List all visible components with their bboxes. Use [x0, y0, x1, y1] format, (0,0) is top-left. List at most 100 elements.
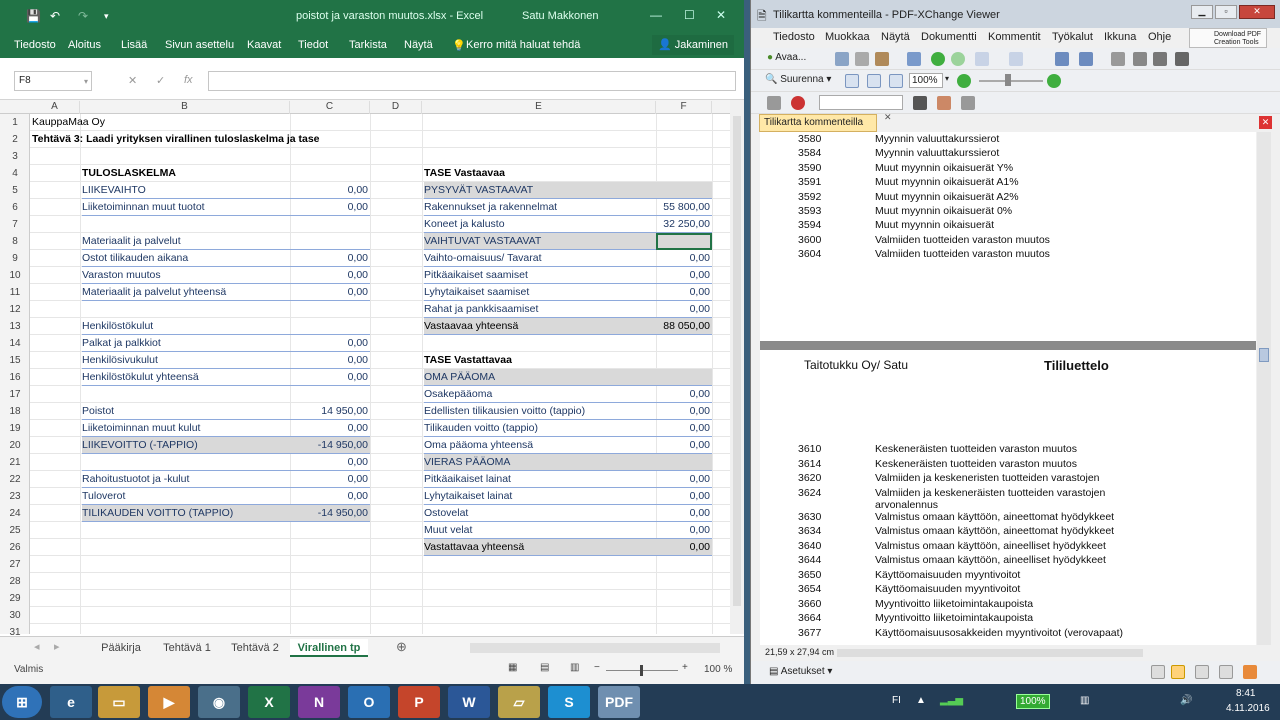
income-value[interactable]: 0,00: [290, 267, 370, 284]
pdf-zoom-out-icon[interactable]: [957, 74, 971, 88]
page-layout-icon[interactable]: ▤: [540, 662, 549, 673]
assets-value[interactable]: 0,00: [656, 267, 712, 284]
download-pdf-tools-button[interactable]: Download PDF Creation Tools: [1189, 28, 1267, 48]
income-value[interactable]: [290, 301, 370, 318]
tab-tiedot[interactable]: Tiedot: [298, 39, 328, 51]
skype-icon[interactable]: S: [548, 686, 590, 718]
single-page-icon[interactable]: [1151, 665, 1165, 679]
forward-icon[interactable]: [951, 52, 965, 66]
income-value[interactable]: 14 950,00: [290, 403, 370, 420]
sheet-tab-tehtava-1[interactable]: Tehtävä 1: [154, 639, 220, 657]
back-icon[interactable]: [931, 52, 945, 66]
income-value[interactable]: 0,00: [290, 352, 370, 369]
sheet-tab-virallinen-tp[interactable]: Virallinen tp: [290, 639, 368, 657]
enter-icon[interactable]: ✓: [156, 74, 165, 87]
liabilities-value[interactable]: 0,00: [656, 522, 712, 539]
onenote-icon[interactable]: N: [298, 686, 340, 718]
zoom-slider-thumb[interactable]: [640, 665, 643, 676]
menu-tiedosto[interactable]: Tiedosto: [773, 31, 815, 43]
close-icon[interactable]: ✕: [716, 8, 726, 22]
assets-value[interactable]: 32 250,00: [656, 216, 712, 233]
assets-value[interactable]: [656, 182, 712, 199]
pdf-undo-icon[interactable]: [975, 52, 989, 66]
network-icon[interactable]: ▥: [1080, 695, 1089, 706]
pdf-maximize-icon[interactable]: ▫: [1215, 5, 1237, 19]
tab-kaavat[interactable]: Kaavat: [247, 39, 281, 51]
column-header-f[interactable]: F: [656, 101, 712, 114]
tab-sivun-asettelu[interactable]: Sivun asettelu: [165, 39, 234, 51]
page-break-icon[interactable]: ▥: [570, 662, 579, 673]
sheet-tab-paakirja[interactable]: Pääkirja: [92, 639, 150, 657]
liabilities-value[interactable]: 0,00: [656, 420, 712, 437]
income-value[interactable]: 0,00: [290, 250, 370, 267]
fit-width-icon[interactable]: [889, 74, 903, 88]
signal-icon[interactable]: ▂▃▅: [940, 695, 963, 706]
column-header-c[interactable]: C: [290, 101, 370, 114]
pdf-tools-icon[interactable]: [1243, 665, 1257, 679]
namebox-dropdown-icon[interactable]: ▾: [84, 77, 88, 86]
tab-aloitus[interactable]: Aloitus: [68, 39, 101, 51]
outlook-icon[interactable]: O: [348, 686, 390, 718]
income-value[interactable]: [290, 318, 370, 335]
excel-taskbar-icon[interactable]: X: [248, 686, 290, 718]
assets-value[interactable]: 0,00: [656, 301, 712, 318]
cell-a2-task[interactable]: Tehtävä 3: Laadi yrityksen virallinen tu…: [32, 131, 320, 148]
hand-tool-icon[interactable]: [1111, 52, 1125, 66]
vertical-scrollbar[interactable]: [730, 100, 744, 634]
liabilities-value[interactable]: 0,00: [656, 471, 712, 488]
tab-close-icon[interactable]: ✕: [884, 112, 892, 123]
menu-kommentit[interactable]: Kommentit: [988, 31, 1041, 43]
comment-tool-icon[interactable]: [767, 96, 781, 110]
pdf-scroll-thumb[interactable]: [1259, 348, 1269, 362]
menu-muokkaa[interactable]: Muokkaa: [825, 31, 870, 43]
income-value[interactable]: [290, 386, 370, 403]
folder-icon[interactable]: ▱: [498, 686, 540, 718]
pdf-redo-icon[interactable]: [1009, 52, 1023, 66]
redo-icon[interactable]: ↷: [78, 9, 88, 23]
share-button[interactable]: 👤 Jakaminen: [652, 35, 734, 55]
zoom-dropdown-icon[interactable]: ▾: [945, 74, 949, 83]
markup-icon[interactable]: [791, 96, 805, 110]
liabilities-header[interactable]: TASE Vastattavaa: [424, 352, 512, 369]
user-name[interactable]: Satu Makkonen: [522, 10, 598, 22]
zoom-in-button[interactable]: 🔍 Suurenna ▾: [765, 74, 831, 85]
email-icon[interactable]: [907, 52, 921, 66]
column-header-e[interactable]: E: [422, 101, 656, 114]
document-tab[interactable]: Tilikartta kommenteilla ✕: [759, 112, 892, 132]
column-header-d[interactable]: D: [370, 101, 422, 114]
select-text-icon[interactable]: [1133, 52, 1147, 66]
assets-header[interactable]: TASE Vastaavaa: [424, 165, 505, 182]
menu-dokumentti[interactable]: Dokumentti: [921, 31, 977, 43]
income-value[interactable]: 0,00: [290, 369, 370, 386]
pdf-zoom-in-icon[interactable]: [1047, 74, 1061, 88]
pdf-zoom-slider-thumb[interactable]: [1005, 74, 1011, 86]
tell-me-box[interactable]: Kerro mitä haluat tehdä: [466, 39, 580, 51]
name-box[interactable]: F8: [14, 71, 92, 91]
income-header[interactable]: TULOSLASKELMA: [82, 165, 176, 182]
income-value[interactable]: 0,00: [290, 471, 370, 488]
volume-icon[interactable]: 🔊: [1180, 695, 1192, 706]
word-icon[interactable]: W: [448, 686, 490, 718]
liabilities-value[interactable]: 0,00: [656, 403, 712, 420]
search-field[interactable]: [819, 95, 903, 110]
minimize-icon[interactable]: —: [650, 8, 662, 22]
zoom-out-icon[interactable]: −: [594, 662, 600, 673]
facing-continuous-icon[interactable]: [1219, 665, 1233, 679]
assets-value[interactable]: 88 050,00: [656, 318, 712, 335]
assets-value[interactable]: 0,00: [656, 284, 712, 301]
liabilities-value[interactable]: 0,00: [656, 539, 712, 556]
column-header-a[interactable]: A: [30, 101, 80, 114]
maximize-icon[interactable]: ☐: [684, 8, 695, 22]
income-value[interactable]: 0,00: [290, 488, 370, 505]
selected-cell-f8[interactable]: [656, 233, 712, 250]
language-indicator[interactable]: FI: [892, 695, 901, 706]
normal-view-icon[interactable]: ▦: [508, 662, 517, 673]
tab-lisaa[interactable]: Lisää: [121, 39, 147, 51]
undo-icon[interactable]: ↶: [50, 9, 60, 23]
settings-button[interactable]: ▤ Asetukset ▾: [769, 666, 832, 677]
highlight-icon[interactable]: [961, 96, 975, 110]
save-icon[interactable]: 💾: [26, 9, 41, 23]
actual-size-icon[interactable]: [845, 74, 859, 88]
assets-value[interactable]: 55 800,00: [656, 199, 712, 216]
liabilities-value[interactable]: [656, 369, 712, 386]
